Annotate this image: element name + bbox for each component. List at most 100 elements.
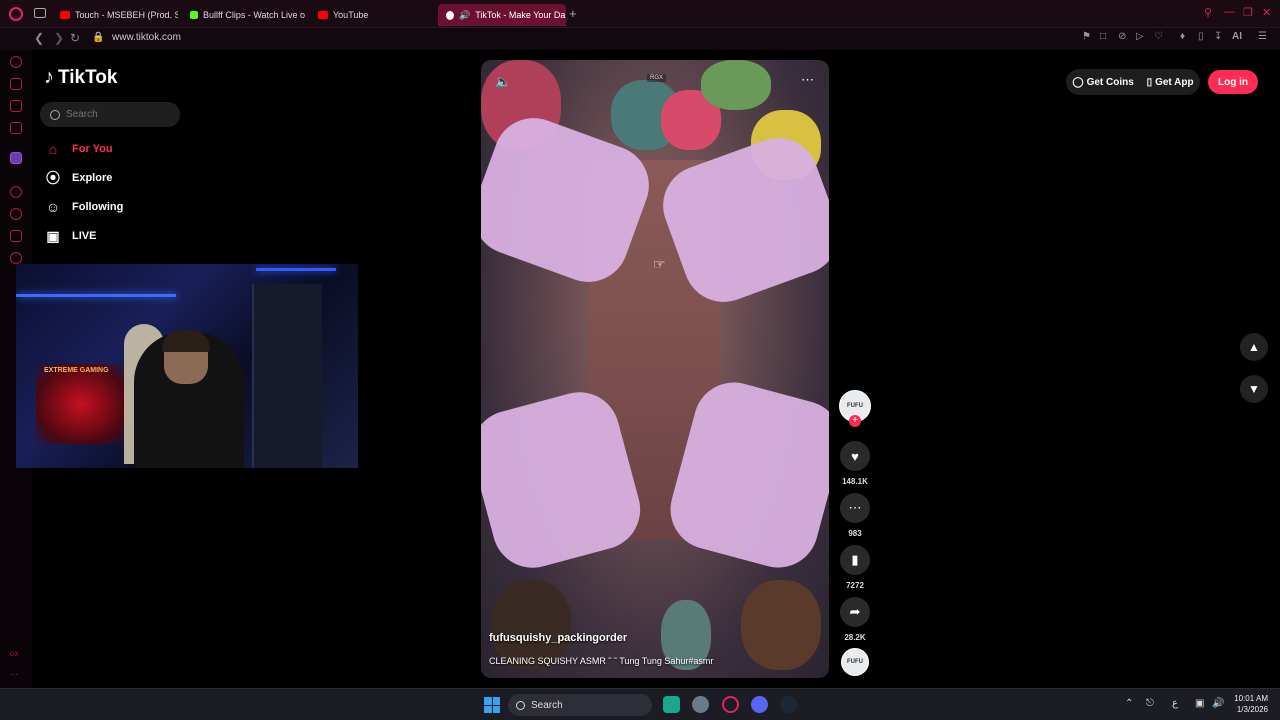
neon-light [256,268,336,271]
kick-icon [190,11,198,19]
neon-light [16,294,176,297]
nav-label: LIVE [72,230,97,242]
follow-plus-icon[interactable]: + [849,415,861,427]
player-sidebar-icon[interactable] [10,186,22,198]
get-app-button[interactable]: ▯ Get App [1147,77,1194,88]
browser-tab[interactable]: Bullff Clips - Watch Live o [182,4,308,26]
login-button[interactable]: Log in [1208,70,1258,94]
volume-icon[interactable]: 🔊 [1212,698,1224,709]
video-player[interactable]: 🔈 RGX ⋯ ☞ fufusquishy_packingorder CLEAN… [481,60,829,678]
share-button[interactable]: ➦ [840,597,870,627]
clock-time: 10:01 AM [1234,694,1268,703]
close-icon[interactable]: ✕ [1262,6,1271,19]
youtube-icon [60,11,70,19]
messenger-icon[interactable] [10,100,22,112]
neon-sign: EXTREME GAMING [44,367,109,374]
browser-tab-active[interactable]: 🔊 TikTok - Make Your Da [438,4,566,26]
next-video-button[interactable]: ▼ [1240,375,1268,403]
user-follow-icon: ☺ [45,199,61,215]
video-username[interactable]: fufusquishy_packingorder [489,632,627,644]
extensions-sidebar-icon[interactable] [10,230,22,242]
previous-video-button[interactable]: ▲ [1240,333,1268,361]
clock-icon[interactable] [10,208,22,220]
taskbar-clock[interactable]: 10:01 AM 1/3/2026 [1232,693,1268,715]
windows-start-icon[interactable] [484,697,500,713]
menu-icon[interactable]: ☰ [1258,31,1267,42]
app-icon[interactable] [663,696,680,713]
save-count: 7272 [846,581,864,590]
avatar-text: FUFU [847,403,863,409]
workspaces-icon[interactable] [34,8,46,18]
tray-chevron-icon[interactable]: ⌃ [1125,698,1133,709]
video-content [741,580,821,670]
steam-app-icon[interactable] [780,696,797,713]
nav-for-you[interactable]: ⌂ For You [44,140,113,158]
tiktok-logo-icon: ♪ [44,66,54,88]
player-icon[interactable]: ▷ [1136,31,1144,42]
comment-button[interactable]: ⋯ [840,493,870,523]
discord-app-icon[interactable] [751,696,768,713]
nav-following[interactable]: ☺ Following [44,198,123,216]
twitch-icon[interactable] [10,152,22,164]
tab-label: Touch - MSEBEH (Prod. Sl [75,10,178,20]
search-tabs-icon[interactable]: ⚲ [1204,6,1212,19]
more-icon[interactable]: ⋯ [10,670,18,679]
new-tab-button[interactable]: + [569,6,577,21]
settings-icon[interactable] [10,252,22,264]
tv-icon: ▣ [46,227,60,244]
sound-disc[interactable]: FUFU [841,648,869,676]
minimize-icon[interactable]: — [1224,6,1235,18]
speaker-icon[interactable]: 🔊 [459,10,470,21]
language-indicator[interactable]: ع [1172,698,1178,709]
mute-icon[interactable]: 🔈 [495,74,511,90]
comment-count: 983 [848,529,862,538]
settings-app-icon[interactable] [692,696,709,713]
tab-label: YouTube [333,10,369,20]
wallet-icon[interactable]: ▯ [1198,31,1204,42]
video-badge: RGX [647,74,667,82]
video-caption: CLEANING SQUISHY ASMR ˜ ˜ Tung Tung Sahu… [489,656,714,666]
tab-label: TikTok - Make Your Da [475,10,566,20]
adblock-icon[interactable]: ⊘ [1118,31,1126,42]
search-icon [516,700,525,710]
nav-explore[interactable]: ⦿ Explore [44,169,112,187]
like-button[interactable]: ♥ [840,441,870,471]
back-icon[interactable]: ❮ [34,31,44,45]
microphone-icon[interactable]: ⎋ [1146,698,1154,709]
heart-icon[interactable]: ♡ [1154,31,1163,42]
tiktok-logo[interactable]: ♪ TikTok [44,66,117,89]
browser-tab-strip: Touch - MSEBEH (Prod. Sl Bullff Clips - … [0,0,1280,28]
browser-tab[interactable]: YouTube [310,4,430,26]
browser-tab[interactable]: Touch - MSEBEH (Prod. Sl [52,4,178,26]
reload-icon[interactable]: ↻ [70,31,80,45]
save-button[interactable]: ▮ [840,545,870,575]
opera-gx-app-icon[interactable] [722,696,739,713]
forward-icon[interactable]: ❯ [54,31,64,45]
cursor-icon: ☞ [653,256,666,272]
chevron-up-icon: ▲ [1248,340,1260,354]
tab-label: Bullff Clips - Watch Live o [203,10,306,20]
url-field[interactable]: www.tiktok.com [112,32,181,43]
ai-button[interactable]: AI [1232,31,1242,42]
clock-date: 1/3/2026 [1236,705,1268,714]
restore-icon[interactable]: ❐ [1243,6,1253,19]
search-box[interactable] [40,102,180,127]
nav-live[interactable]: ▣ LIVE [44,227,96,245]
extensions-icon[interactable]: ♦ [1180,31,1185,42]
network-icon[interactable]: ▣ [1195,698,1204,709]
lock-icon[interactable]: 🔒 [92,32,104,43]
bookmark-icon: ▮ [851,552,859,567]
taskbar-search[interactable]: Search [508,694,652,716]
history-icon[interactable] [10,56,22,68]
snapshot-icon[interactable]: □ [1100,31,1106,42]
gx-icon[interactable]: GX [10,652,19,658]
get-coins-button[interactable]: ◯ Get Coins [1072,77,1133,88]
opera-logo-icon[interactable] [9,7,23,21]
webcam-overlay: EXTREME GAMING [16,264,358,468]
pin-icon[interactable]: ⚑ [1082,31,1091,42]
download-icon[interactable]: ↧ [1214,31,1222,42]
more-options-icon[interactable]: ⋯ [801,72,815,88]
mail-icon[interactable] [10,122,22,134]
search-input[interactable] [66,109,166,120]
shopping-icon[interactable] [10,78,22,90]
